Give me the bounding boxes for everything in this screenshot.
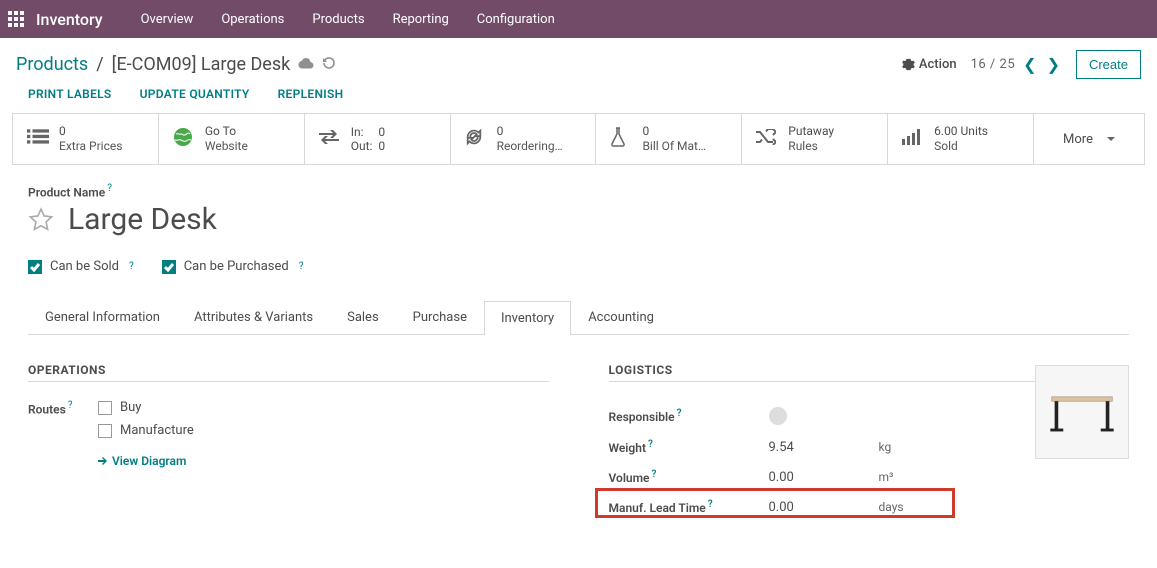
manuf-lead-time-field[interactable]: Manuf. Lead Time? 0.00 days bbox=[609, 492, 1130, 522]
gear-icon bbox=[902, 58, 915, 71]
shuffle-icon bbox=[756, 129, 778, 149]
help-icon[interactable]: ? bbox=[648, 439, 653, 450]
print-labels-button[interactable]: PRINT LABELS bbox=[28, 87, 112, 101]
bars-icon bbox=[902, 129, 924, 149]
nav-reporting[interactable]: Reporting bbox=[379, 12, 463, 27]
action-button[interactable]: Action bbox=[902, 57, 957, 72]
pager-next[interactable]: ❯ bbox=[1045, 53, 1062, 76]
apps-icon[interactable] bbox=[8, 11, 24, 27]
help-icon[interactable]: ? bbox=[68, 400, 73, 411]
stat-sold[interactable]: 6.00 UnitsSold bbox=[888, 114, 1034, 164]
stat-more[interactable]: More bbox=[1034, 114, 1144, 164]
breadcrumb: Products / [E-COM09] Large Desk bbox=[16, 54, 336, 75]
nav-operations[interactable]: Operations bbox=[207, 12, 298, 27]
globe-icon bbox=[173, 127, 195, 151]
refresh-icon bbox=[465, 128, 487, 150]
help-icon[interactable]: ? bbox=[677, 408, 682, 419]
tab-sales[interactable]: Sales bbox=[330, 300, 396, 334]
stat-extra-prices[interactable]: 0Extra Prices bbox=[13, 114, 159, 164]
tabs: General Information Attributes & Variant… bbox=[28, 300, 1129, 335]
tab-purchase[interactable]: Purchase bbox=[396, 300, 484, 334]
route-manufacture-checkbox[interactable]: Manufacture bbox=[98, 423, 194, 438]
help-icon[interactable]: ? bbox=[652, 469, 657, 480]
product-image[interactable] bbox=[1035, 365, 1129, 459]
avatar bbox=[769, 407, 787, 425]
product-title[interactable]: Large Desk bbox=[68, 202, 217, 237]
stat-in-out[interactable]: In:0 Out:0 bbox=[305, 114, 451, 164]
help-icon[interactable]: ? bbox=[299, 261, 304, 272]
can-be-sold-checkbox[interactable]: Can be Sold? bbox=[28, 259, 134, 274]
breadcrumb-parent[interactable]: Products bbox=[16, 54, 88, 75]
cloud-icon[interactable] bbox=[298, 57, 314, 73]
pager: 16 / 25 ❮ ❯ bbox=[971, 53, 1062, 76]
stat-putaway[interactable]: PutawayRules bbox=[742, 114, 888, 164]
operations-header: OPERATIONS bbox=[28, 363, 549, 382]
list-icon bbox=[27, 128, 49, 150]
nav-products[interactable]: Products bbox=[298, 12, 378, 27]
help-icon[interactable]: ? bbox=[708, 499, 713, 510]
transfer-icon bbox=[319, 129, 341, 149]
help-icon[interactable]: ? bbox=[129, 261, 134, 272]
replenish-button[interactable]: REPLENISH bbox=[278, 87, 344, 101]
form-area: Product Name? Large Desk Can be Sold? Ca… bbox=[0, 165, 1157, 568]
star-icon[interactable] bbox=[28, 207, 54, 233]
product-name-label: Product Name bbox=[28, 185, 105, 199]
nav-overview[interactable]: Overview bbox=[127, 12, 208, 27]
tab-inventory[interactable]: Inventory bbox=[484, 301, 571, 335]
stat-boxes: 0Extra Prices Go ToWebsite In:0 Out:0 0R… bbox=[12, 113, 1145, 165]
action-bar: PRINT LABELS UPDATE QUANTITY REPLENISH bbox=[0, 87, 1157, 113]
flask-icon bbox=[610, 127, 632, 151]
pager-prev[interactable]: ❮ bbox=[1021, 53, 1038, 76]
view-diagram-link[interactable]: View Diagram bbox=[98, 454, 194, 468]
breadcrumb-separator: / bbox=[96, 54, 103, 75]
create-button[interactable]: Create bbox=[1076, 50, 1141, 79]
breadcrumb-current: [E-COM09] Large Desk bbox=[112, 54, 291, 75]
tab-general-information[interactable]: General Information bbox=[28, 300, 177, 334]
control-bar: Products / [E-COM09] Large Desk Action 1… bbox=[0, 38, 1157, 87]
stat-website[interactable]: Go ToWebsite bbox=[159, 114, 305, 164]
stat-bom[interactable]: 0Bill Of Mat… bbox=[596, 114, 742, 164]
update-quantity-button[interactable]: UPDATE QUANTITY bbox=[140, 87, 250, 101]
nav-configuration[interactable]: Configuration bbox=[463, 12, 569, 27]
tab-accounting[interactable]: Accounting bbox=[571, 300, 671, 334]
help-icon[interactable]: ? bbox=[107, 183, 112, 194]
undo-icon[interactable] bbox=[322, 56, 336, 74]
tab-attributes-variants[interactable]: Attributes & Variants bbox=[177, 300, 330, 334]
arrow-right-icon bbox=[98, 456, 108, 466]
top-nav: Inventory Overview Operations Products R… bbox=[0, 0, 1157, 38]
stat-reordering[interactable]: 0Reordering… bbox=[451, 114, 597, 164]
brand-label: Inventory bbox=[36, 10, 103, 29]
caret-down-icon bbox=[1107, 137, 1115, 141]
route-buy-checkbox[interactable]: Buy bbox=[98, 400, 194, 415]
operations-section: OPERATIONS Routes? Buy Manufacture View … bbox=[28, 363, 549, 522]
action-label: Action bbox=[919, 57, 957, 72]
can-be-purchased-checkbox[interactable]: Can be Purchased? bbox=[162, 259, 304, 274]
volume-field[interactable]: Volume? 0.00 m³ bbox=[609, 462, 1130, 492]
